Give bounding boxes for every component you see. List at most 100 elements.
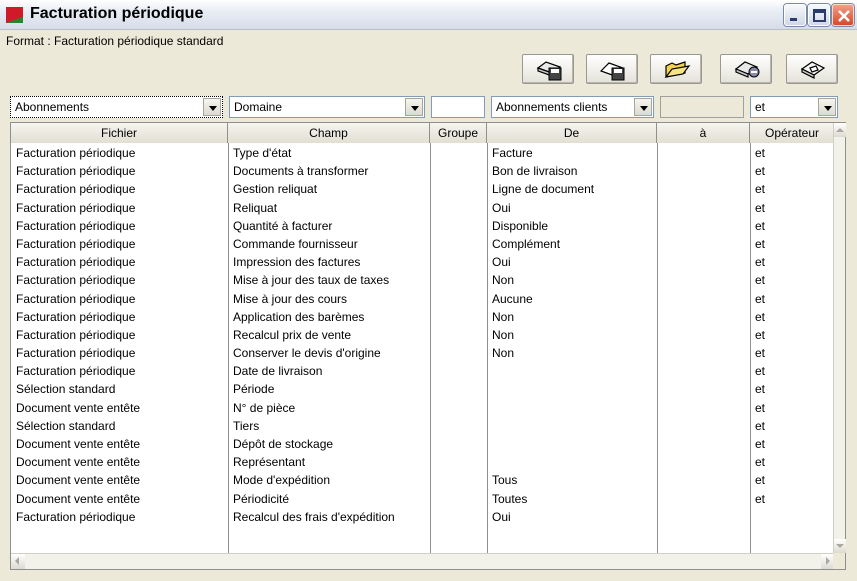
print-template-icon: [800, 61, 826, 79]
cell-operateur: et: [755, 200, 766, 215]
cell-operateur: et: [755, 218, 766, 233]
close-icon: [838, 10, 850, 22]
operateur-select[interactable]: et: [750, 96, 838, 118]
column-header-operateur[interactable]: Opérateur: [750, 123, 835, 143]
cell-operateur: et: [755, 164, 766, 179]
cell-operateur: et: [755, 273, 766, 288]
maximize-button[interactable]: [808, 4, 830, 26]
chevron-down-icon[interactable]: [203, 98, 221, 116]
champ-select[interactable]: Domaine: [229, 96, 425, 118]
criteria-table[interactable]: Fichier Champ Groupe De à Opérateur Fact…: [10, 122, 846, 570]
chevron-down-icon[interactable]: [634, 98, 652, 116]
cell-operateur: et: [755, 146, 766, 160]
column-header-groupe[interactable]: Groupe: [430, 123, 487, 143]
scroll-down-icon[interactable]: [834, 539, 846, 553]
table-row[interactable]: Facturation périodique Gestion reliquat Li…: [11, 180, 835, 198]
groupe-input[interactable]: [431, 96, 485, 118]
table-row[interactable]: Facturation périodique Quantité à facture…: [11, 217, 835, 235]
cell-champ: Conserver le devis d'origine: [233, 346, 381, 361]
table-row[interactable]: Facturation périodique Recalcul des frais…: [11, 508, 835, 526]
cell-fichier: Facturation périodique: [16, 509, 136, 524]
cell-fichier: Facturation périodique: [16, 164, 136, 179]
print-template-button[interactable]: [786, 54, 838, 84]
table-row[interactable]: Document vente entête Dépôt de stockage et: [11, 435, 835, 453]
cell-fichier: Sélection standard: [16, 382, 116, 397]
cell-fichier: Document vente entête: [16, 473, 141, 488]
de-select[interactable]: Abonnements clients: [491, 96, 654, 118]
table-body: Facturation périodique Type d'état Facture…: [11, 144, 835, 526]
table-row[interactable]: Facturation périodique Documents à transf…: [11, 162, 835, 180]
save-icon: [599, 62, 625, 81]
table-row[interactable]: Facturation périodique Type d'état Facture…: [11, 144, 835, 162]
a-input[interactable]: [660, 96, 744, 118]
cell-fichier: Facturation périodique: [16, 273, 136, 288]
delete-template-icon: [734, 61, 760, 78]
table-row[interactable]: Facturation périodique Reliquat Oui et: [11, 199, 835, 217]
cell-operateur: et: [755, 182, 766, 197]
table-row[interactable]: Sélection standard Tiers et: [11, 417, 835, 435]
table-row[interactable]: Facturation périodique Conserver le devis…: [11, 344, 835, 362]
table-row[interactable]: Document vente entête N° de pièce et: [11, 399, 835, 417]
table-row[interactable]: Facturation périodique Mise à jour des ta…: [11, 271, 835, 289]
cell-fichier: Facturation périodique: [16, 309, 136, 324]
column-header-fichier[interactable]: Fichier: [11, 123, 228, 143]
table-row[interactable]: Document vente entête Mode d'expédition To…: [11, 471, 835, 489]
cell-operateur: et: [755, 346, 766, 361]
table-row[interactable]: Document vente entête Représentant et: [11, 453, 835, 471]
cell-fichier: Facturation périodique: [16, 236, 136, 251]
table-row[interactable]: Facturation périodique Recalcul prix de v…: [11, 326, 835, 344]
column-header-de[interactable]: De: [487, 123, 657, 143]
delete-template-button[interactable]: [720, 54, 772, 84]
cell-fichier: Facturation périodique: [16, 346, 136, 361]
cell-operateur: et: [755, 455, 766, 470]
chevron-down-icon[interactable]: [818, 98, 836, 116]
column-header-a[interactable]: à: [657, 123, 750, 143]
scroll-left-icon[interactable]: [11, 554, 25, 569]
cell-operateur: et: [755, 437, 766, 451]
cell-champ: Recalcul des frais d'expédition: [233, 509, 395, 524]
cell-champ: Type d'état: [233, 146, 292, 160]
cell-de: Aucune: [492, 291, 533, 306]
cell-champ: Tiers: [233, 418, 260, 433]
cell-de: Ligne de document: [492, 182, 595, 197]
cell-de: Oui: [492, 509, 511, 524]
table-row[interactable]: Facturation périodique Commande fournisse…: [11, 235, 835, 253]
close-button[interactable]: [832, 4, 854, 26]
cell-fichier: Document vente entête: [16, 437, 141, 451]
cell-fichier: Document vente entête: [16, 455, 141, 470]
fichier-select[interactable]: Abonnements: [10, 96, 223, 118]
maximize-icon: [813, 9, 826, 22]
cell-champ: Mise à jour des taux de taxes: [233, 273, 390, 288]
save-button[interactable]: [586, 54, 638, 84]
cell-de: Toutes: [492, 491, 528, 506]
table-row[interactable]: Facturation périodique Impression des fac…: [11, 253, 835, 271]
table-row[interactable]: Facturation périodique Date de livraison e…: [11, 362, 835, 380]
cell-champ: N° de pièce: [233, 400, 296, 415]
open-button[interactable]: [650, 54, 702, 84]
vertical-scrollbar[interactable]: [833, 123, 846, 553]
horizontal-scrollbar[interactable]: [11, 553, 835, 569]
minimize-icon: [790, 18, 797, 21]
cell-operateur: et: [755, 418, 766, 433]
scroll-up-icon[interactable]: [834, 123, 846, 137]
cell-fichier: Facturation périodique: [16, 182, 136, 197]
operateur-select-value: et: [755, 100, 766, 114]
table-row[interactable]: Facturation périodique Application des ba…: [11, 308, 835, 326]
save-template-button[interactable]: [522, 54, 574, 84]
table-row[interactable]: Sélection standard Période et: [11, 380, 835, 398]
cell-operateur: et: [755, 400, 766, 415]
resize-grip-icon[interactable]: [833, 553, 845, 569]
cell-champ: Gestion reliquat: [233, 182, 318, 197]
chevron-down-icon[interactable]: [405, 98, 423, 116]
table-row[interactable]: Facturation périodique Mise à jour des co…: [11, 290, 835, 308]
cell-champ: Recalcul prix de vente: [233, 327, 352, 342]
cell-fichier: Facturation périodique: [16, 291, 136, 306]
cell-fichier: Facturation périodique: [16, 255, 136, 270]
cell-de: Bon de livraison: [492, 164, 578, 179]
column-header-champ[interactable]: Champ: [228, 123, 430, 143]
cell-operateur: et: [755, 327, 766, 342]
table-row[interactable]: Document vente entête Périodicité Toutes et: [11, 490, 835, 508]
cell-champ: Représentant: [233, 455, 306, 470]
title-bar[interactable]: Facturation périodique: [0, 0, 857, 30]
minimize-button[interactable]: [784, 4, 806, 26]
